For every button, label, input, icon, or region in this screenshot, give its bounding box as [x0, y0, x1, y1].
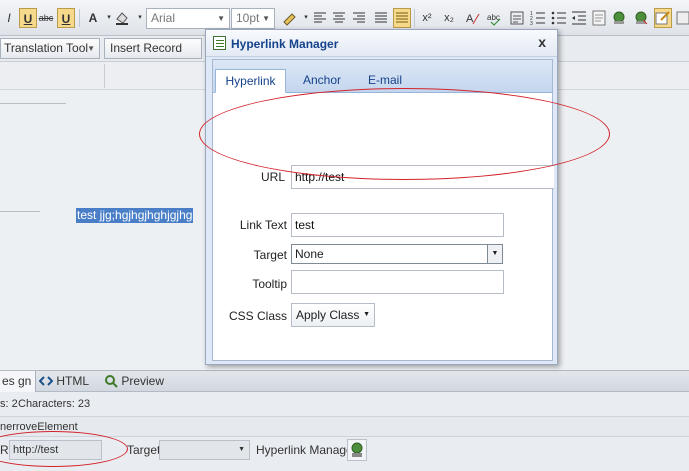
- content-divider: [0, 211, 40, 212]
- align-none-icon[interactable]: [393, 8, 411, 28]
- subscript-button[interactable]: x₂: [440, 8, 458, 28]
- toolbar-separator: [79, 9, 80, 27]
- status-bar: s: 2 Characters: 23: [0, 392, 689, 417]
- numbered-list-icon[interactable]: 123: [529, 8, 547, 28]
- spellcheck-icon[interactable]: abc: [486, 8, 504, 28]
- hyperlink-manager-label: Hyperlink Manager: [256, 443, 357, 457]
- word-count: s: 2: [0, 398, 18, 410]
- more-tools-icon[interactable]: [674, 8, 689, 28]
- tab-html[interactable]: HTML: [38, 371, 90, 392]
- underline-button[interactable]: U: [19, 8, 37, 28]
- content-divider: [0, 103, 66, 104]
- target-property-select[interactable]: ▼: [159, 440, 250, 460]
- special-chars-icon[interactable]: [508, 8, 526, 28]
- target-label: Target: [253, 248, 287, 262]
- italic-button[interactable]: I: [0, 8, 18, 28]
- bullet-list-icon[interactable]: [550, 8, 568, 28]
- double-underline-button[interactable]: U: [57, 8, 75, 28]
- remove-link-icon[interactable]: [632, 8, 650, 28]
- align-left-icon[interactable]: [311, 8, 329, 28]
- tab-html-label: HTML: [56, 374, 90, 388]
- selected-text[interactable]: test jjg;hgjhgjhghjgjhg: [76, 208, 194, 223]
- insert-link-icon[interactable]: [610, 8, 628, 28]
- magnifier-icon: [105, 375, 118, 388]
- align-justify-icon[interactable]: [372, 8, 390, 28]
- link-text-value: test: [295, 218, 315, 232]
- chevron-down-icon: ▼: [262, 14, 270, 23]
- outdent-icon[interactable]: [570, 8, 588, 28]
- close-button[interactable]: x: [538, 34, 546, 50]
- dialog-titlebar[interactable]: Hyperlink Manager x: [206, 30, 557, 57]
- url-label: URL: [260, 170, 285, 184]
- hyperlink-manager-button[interactable]: [347, 439, 367, 461]
- font-name-value: Arial: [151, 11, 176, 25]
- translation-tool-dropdown[interactable]: Translation Tool ▼: [0, 38, 100, 59]
- svg-text:3: 3: [530, 21, 533, 25]
- font-size-select[interactable]: 10pt ▼: [231, 8, 275, 29]
- font-size-value: 10pt: [236, 11, 260, 25]
- character-count: Characters: 23: [18, 398, 91, 410]
- link-text-input[interactable]: test: [291, 213, 504, 237]
- align-center-icon[interactable]: [330, 8, 348, 28]
- tooltip-label: Tooltip: [252, 277, 287, 291]
- toolbar-divider: [104, 64, 105, 88]
- strip-format-icon[interactable]: A: [464, 8, 482, 28]
- css-class-value: Apply Class: [296, 308, 360, 322]
- toolbar-separator: [414, 9, 415, 27]
- html-icon: [38, 376, 54, 386]
- align-right-icon[interactable]: [350, 8, 368, 28]
- target-select-value: None: [295, 247, 324, 261]
- edit-icon[interactable]: [654, 8, 672, 28]
- page-properties-icon[interactable]: [590, 8, 608, 28]
- insert-record-field-button[interactable]: Insert Record Field: [104, 38, 202, 74]
- svg-text:A: A: [466, 13, 474, 25]
- annotation-ellipse-url: [199, 88, 610, 180]
- tab-design[interactable]: es gn: [0, 371, 36, 392]
- translation-tool-label: Translation Tool: [4, 41, 89, 55]
- hyperlink-manager-dialog: Hyperlink Manager x Hyperlink Anchor E-m…: [205, 29, 558, 365]
- chevron-down-icon: ▼: [217, 14, 225, 23]
- chevron-down-icon: ▼: [487, 245, 502, 263]
- tab-hyperlink[interactable]: Hyperlink: [215, 69, 286, 93]
- globe-link-icon: [351, 442, 363, 457]
- font-name-select[interactable]: Arial ▼: [146, 8, 230, 29]
- chevron-down-icon: ▼: [87, 44, 95, 53]
- highlight-icon[interactable]: [113, 8, 131, 28]
- tab-preview-label: Preview: [121, 374, 165, 388]
- css-class-dropdown[interactable]: Apply Class ▼: [291, 303, 375, 327]
- superscript-button[interactable]: x²: [418, 8, 436, 28]
- tooltip-input[interactable]: [291, 270, 504, 294]
- tab-preview[interactable]: Preview: [104, 371, 166, 392]
- element-path-bar: nerroveElement: [0, 417, 689, 437]
- target-property-label: Target: [127, 443, 161, 457]
- editor-mode-bar: es gn HTML Preview: [0, 370, 689, 392]
- document-icon: [213, 36, 226, 50]
- chevron-down-icon: ▼: [238, 446, 245, 453]
- css-class-label: CSS Class: [228, 309, 287, 323]
- dialog-title: Hyperlink Manager: [231, 37, 339, 51]
- link-text-label: Link Text: [239, 218, 287, 232]
- chevron-down-icon: ▼: [363, 311, 370, 318]
- target-select[interactable]: None ▼: [291, 244, 503, 264]
- strikethrough-button[interactable]: abc: [37, 8, 55, 28]
